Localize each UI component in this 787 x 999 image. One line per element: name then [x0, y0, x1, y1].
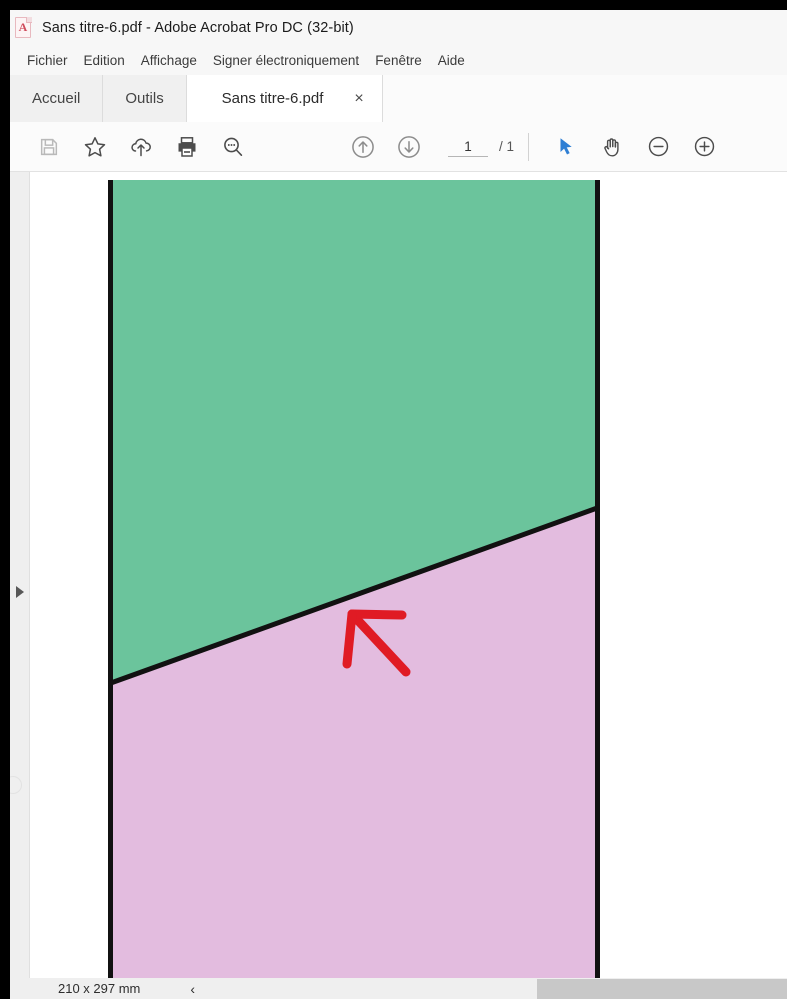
hand-icon — [604, 137, 619, 156]
hand-tool-button[interactable] — [589, 126, 635, 168]
zoom-in-button[interactable] — [681, 126, 727, 168]
document-body-region — [10, 172, 787, 978]
pdf-shape-group — [108, 180, 600, 978]
menu-item-fenetre[interactable]: Fenêtre — [367, 50, 430, 71]
pdf-icon-glyph: A — [18, 20, 28, 34]
minus-circle-icon — [648, 136, 668, 157]
main-toolbar: / 1 — [10, 122, 787, 172]
search-button[interactable] — [210, 126, 256, 168]
arrow-up-circle-icon — [352, 135, 374, 158]
magnifier-text-icon — [224, 137, 243, 156]
expand-panel-triangle-icon[interactable] — [14, 584, 26, 600]
tab-outils[interactable]: Outils — [103, 75, 187, 122]
cursor-arrow-icon — [560, 137, 572, 155]
navigation-sidebar — [10, 172, 30, 978]
menu-item-edition[interactable]: Edition — [76, 50, 133, 71]
tab-strip-filler — [382, 75, 787, 122]
pdf-document-icon: A — [14, 17, 33, 39]
toolbar-separator — [528, 132, 530, 161]
menu-bar: Fichier Edition Affichage Signer électro… — [10, 46, 787, 75]
page-size-label: 210 x 297 mm — [58, 981, 141, 996]
acrobat-window: A Sans titre-6.pdf - Adobe Acrobat Pro D… — [10, 10, 787, 999]
pdf-viewer[interactable] — [30, 172, 787, 978]
sidebar-faint-circle-icon — [10, 776, 22, 794]
close-icon[interactable]: × — [350, 89, 367, 109]
menu-item-affichage[interactable]: Affichage — [133, 50, 205, 71]
arrow-down-circle-icon — [398, 135, 420, 158]
screenshot-root: A Sans titre-6.pdf - Adobe Acrobat Pro D… — [0, 0, 787, 999]
menu-item-fichier[interactable]: Fichier — [19, 50, 76, 71]
previous-page-button[interactable] — [340, 126, 386, 168]
floppy-save-icon — [40, 138, 58, 155]
zoom-out-button[interactable] — [635, 126, 681, 168]
plus-circle-icon — [694, 136, 714, 157]
status-bar: 210 x 297 mm ‹ — [10, 978, 787, 999]
window-title: Sans titre-6.pdf - Adobe Acrobat Pro DC … — [42, 20, 354, 36]
menu-item-aide[interactable]: Aide — [430, 50, 473, 71]
screen-border-top — [0, 0, 787, 10]
next-page-button[interactable] — [386, 126, 432, 168]
tab-document-label: Sans titre-6.pdf — [221, 90, 324, 107]
collapse-status-chevron-icon[interactable]: ‹ — [190, 981, 195, 997]
page-total-label: / 1 — [499, 139, 515, 154]
cloud-upload-icon — [131, 137, 151, 156]
upload-to-cloud-button[interactable] — [118, 126, 164, 168]
tab-accueil[interactable]: Accueil — [10, 75, 104, 122]
select-tool-button[interactable] — [543, 126, 589, 168]
tab-strip: Accueil Outils Sans titre-6.pdf × — [10, 75, 787, 122]
page-number-input[interactable] — [448, 136, 488, 157]
screen-border-left — [0, 0, 10, 999]
two-region-diagram — [108, 180, 600, 978]
title-bar: A Sans titre-6.pdf - Adobe Acrobat Pro D… — [10, 10, 787, 46]
print-button[interactable] — [164, 126, 210, 168]
save-button[interactable] — [26, 126, 72, 168]
printer-icon — [178, 136, 196, 157]
star-icon — [84, 136, 106, 157]
menu-item-signer-electroniquement[interactable]: Signer électroniquement — [205, 50, 367, 71]
add-bookmark-button[interactable] — [72, 126, 118, 168]
tab-document-sans-titre-6[interactable]: Sans titre-6.pdf × — [186, 75, 383, 122]
pdf-page-1 — [30, 172, 787, 978]
horizontal-scrollbar-thumb[interactable] — [537, 979, 787, 999]
